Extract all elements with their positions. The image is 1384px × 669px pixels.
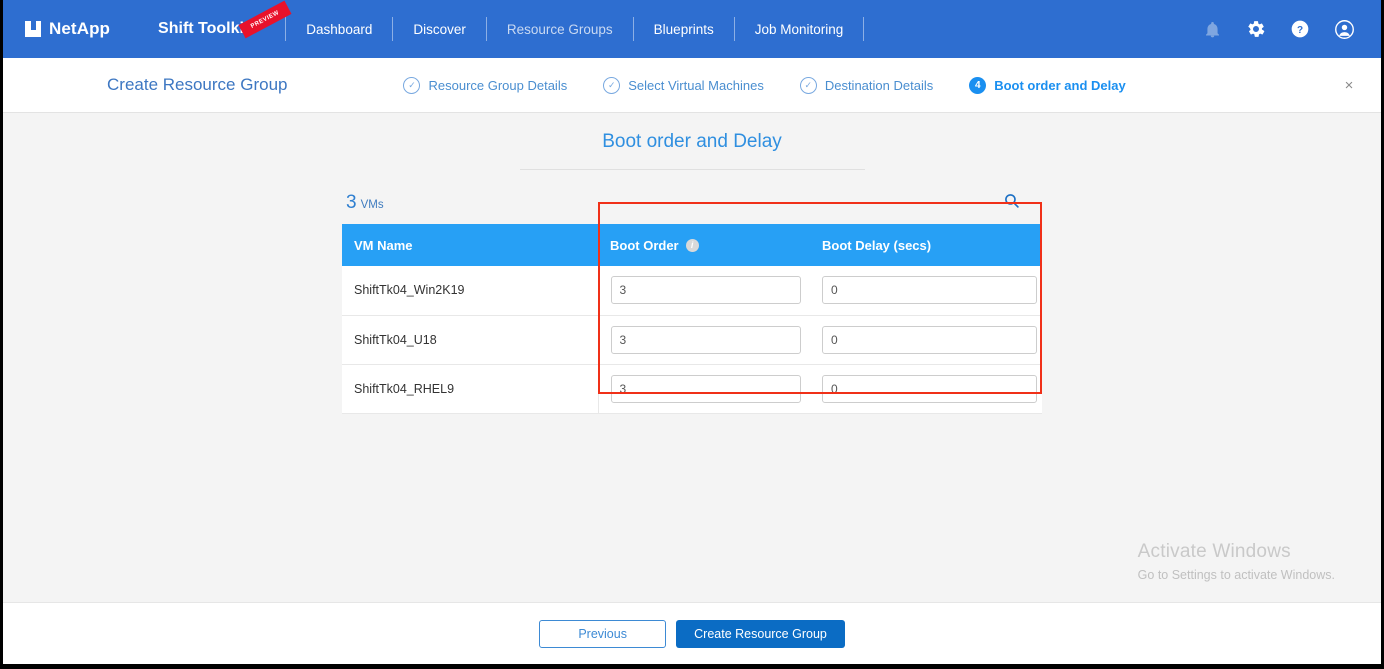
boot-delay-cell	[810, 364, 1042, 414]
preview-ribbon-badge: PREVIEW	[238, 0, 292, 39]
boot-order-cell	[598, 364, 810, 414]
wizard-step-label: Destination Details	[824, 77, 934, 93]
step-complete-check-icon: ✓	[799, 76, 817, 94]
nav-link-dashboard[interactable]: Dashboard	[286, 22, 392, 37]
table-head: VM Name Boot Order i Boot Delay (secs)	[342, 224, 1042, 266]
nav-links: Dashboard Discover Resource Groups Blueprin…	[286, 17, 865, 41]
main-content: Boot order and Delay 3 VMs VM Name Boot O…	[3, 113, 1381, 602]
boot-delay-input[interactable]	[822, 325, 1037, 354]
vm-count: 3 VMs	[346, 192, 384, 214]
info-icon[interactable]: i	[685, 238, 699, 252]
search-icon[interactable]	[1003, 192, 1040, 214]
help-question-icon[interactable]: ?	[1290, 19, 1310, 39]
nav-link-resource-groups[interactable]: Resource Groups	[487, 22, 633, 37]
app-window: NetApp Shift Toolkit PREVIEW Dashboard Di…	[0, 0, 1384, 669]
column-header-vm-name: VM Name	[342, 224, 598, 266]
step-complete-check-icon: ✓	[403, 76, 421, 94]
create-resource-group-button[interactable]: Create Resource Group	[676, 619, 845, 648]
vm-count-value: 3	[346, 192, 357, 213]
column-header-label: VM Name	[354, 237, 413, 253]
vm-table-section: 3 VMs VM Name Boot Order i Boot Delay (secs…	[342, 192, 1042, 414]
wizard-step-label: Boot order and Delay	[994, 77, 1126, 93]
boot-order-cell	[598, 266, 810, 316]
column-header-label: Boot Delay (secs)	[822, 237, 932, 253]
wizard-step-2[interactable]: ✓ Select Virtual Machines	[603, 76, 764, 94]
product-name: Shift Toolkit PREVIEW	[158, 0, 292, 39]
previous-button[interactable]: Previous	[539, 619, 667, 648]
nav-link-discover[interactable]: Discover	[393, 22, 486, 37]
user-account-icon[interactable]	[1334, 19, 1355, 40]
boot-order-input[interactable]	[610, 276, 801, 305]
table-row: ShiftTk04_U18	[342, 315, 1042, 365]
wizard-step-label: Select Virtual Machines	[628, 77, 764, 93]
wizard-steps: ✓ Resource Group Details ✓ Select Virtual M…	[403, 76, 1126, 94]
vm-name-cell: ShiftTk04_Win2K19	[342, 266, 599, 316]
boot-delay-input[interactable]	[822, 276, 1037, 305]
boot-delay-cell	[810, 266, 1042, 316]
boot-order-table: VM Name Boot Order i Boot Delay (secs) Shif…	[342, 224, 1042, 414]
notification-bell-icon[interactable]	[1203, 20, 1222, 39]
netapp-logo[interactable]: NetApp	[25, 19, 110, 39]
boot-order-input[interactable]	[610, 325, 801, 354]
wizard-step-3[interactable]: ✓ Destination Details	[799, 76, 934, 94]
settings-gear-icon[interactable]	[1246, 19, 1266, 39]
wizard-title: Create Resource Group	[107, 75, 288, 94]
watermark-title: Activate Windows	[1137, 541, 1291, 562]
wizard-breadcrumb-bar: Create Resource Group ✓ Resource Group De…	[3, 58, 1381, 113]
nav-divider	[863, 17, 865, 41]
column-header-boot-order: Boot Order i	[598, 224, 810, 266]
netapp-mark-icon	[25, 21, 41, 37]
nav-link-job-monitoring[interactable]: Job Monitoring	[735, 22, 864, 37]
column-header-label: Boot Order	[610, 237, 679, 253]
close-icon[interactable]: ×	[1339, 75, 1359, 95]
title-divider	[519, 169, 865, 170]
step-number-badge: 4	[969, 76, 987, 94]
boot-order-input[interactable]	[610, 374, 801, 403]
top-navigation-bar: NetApp Shift Toolkit PREVIEW Dashboard Di…	[3, 0, 1381, 58]
product-label: Shift Toolkit	[158, 20, 250, 37]
brand-label: NetApp	[49, 19, 111, 38]
step-complete-check-icon: ✓	[603, 76, 621, 94]
windows-activation-watermark: Activate Windows Go to Settings to activ…	[1138, 541, 1335, 582]
vm-count-label: VMs	[360, 199, 384, 211]
column-header-inner: Boot Delay (secs)	[822, 238, 1042, 253]
vm-name-cell: ShiftTk04_U18	[342, 315, 599, 365]
svg-text:?: ?	[1297, 25, 1303, 36]
table-body: ShiftTk04_Win2K19ShiftTk04_U18ShiftTk04_…	[342, 266, 1042, 414]
header-icon-group: ?	[1203, 0, 1355, 58]
table-row: ShiftTk04_Win2K19	[342, 266, 1042, 316]
column-header-inner: Boot Order i	[610, 238, 810, 253]
wizard-footer: Previous Create Resource Group	[3, 602, 1381, 664]
wizard-step-1[interactable]: ✓ Resource Group Details	[403, 76, 568, 94]
boot-order-cell	[598, 315, 810, 365]
watermark-subtitle: Go to Settings to activate Windows.	[1137, 568, 1335, 582]
vm-count-row: 3 VMs	[342, 192, 1042, 224]
column-header-inner: VM Name	[354, 238, 598, 253]
wizard-step-4[interactable]: 4 Boot order and Delay	[969, 76, 1126, 94]
vm-name-cell: ShiftTk04_RHEL9	[342, 364, 599, 414]
page-title: Boot order and Delay	[602, 131, 782, 152]
column-header-boot-delay: Boot Delay (secs)	[810, 224, 1042, 266]
table-row: ShiftTk04_RHEL9	[342, 364, 1042, 414]
nav-link-blueprints[interactable]: Blueprints	[634, 22, 734, 37]
table-header-row: VM Name Boot Order i Boot Delay (secs)	[342, 224, 1042, 266]
wizard-step-label: Resource Group Details	[428, 77, 568, 93]
boot-delay-cell	[810, 315, 1042, 365]
boot-delay-input[interactable]	[822, 374, 1037, 403]
